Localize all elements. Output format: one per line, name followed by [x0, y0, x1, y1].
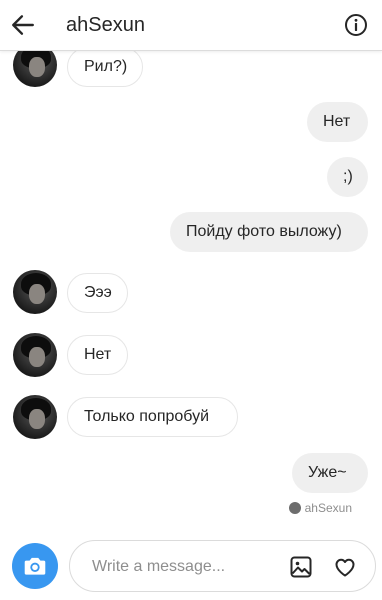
message-bubble-outgoing[interactable]: Пойду фото выложу) — [170, 212, 368, 252]
message-text: ;) — [343, 168, 353, 185]
message-text: Нет — [84, 346, 112, 363]
info-button[interactable] — [344, 13, 368, 37]
message-composer — [0, 530, 382, 600]
message-input-container[interactable] — [69, 540, 376, 592]
message-bubble-incoming[interactable]: Рил?) — [67, 47, 143, 87]
camera-icon — [24, 557, 46, 575]
like-button[interactable] — [333, 555, 357, 579]
message-bubble-outgoing[interactable]: Нет — [307, 102, 368, 142]
chat-header: ahSexun — [0, 0, 382, 51]
camera-button[interactable] — [12, 543, 58, 589]
message-text: Только попробуй — [84, 408, 210, 425]
message-thread[interactable]: Рил?) Нет ;) Пойду фото выложу) Эээ Нет … — [0, 0, 382, 530]
message-text: Эээ — [84, 284, 112, 301]
message-bubble-incoming[interactable]: Эээ — [67, 273, 128, 313]
message-text: Пойду фото выложу) — [186, 223, 342, 240]
conversation-title[interactable]: ahSexun — [66, 14, 145, 37]
image-icon — [290, 556, 312, 578]
message-input[interactable] — [90, 555, 284, 579]
message-bubble-outgoing[interactable]: Уже~ — [292, 453, 368, 493]
avatar[interactable] — [13, 270, 57, 314]
avatar[interactable] — [13, 395, 57, 439]
seen-avatar-icon — [288, 502, 301, 514]
message-bubble-outgoing[interactable]: ;) — [327, 157, 368, 197]
gallery-button[interactable] — [289, 555, 313, 579]
message-bubble-incoming[interactable]: Нет — [67, 335, 128, 375]
info-icon — [345, 14, 367, 36]
message-text: Рил?) — [84, 58, 128, 75]
seen-indicator: ahSexun — [288, 501, 352, 515]
avatar[interactable] — [13, 333, 57, 377]
back-button[interactable] — [6, 8, 40, 42]
message-text: Нет — [323, 113, 351, 130]
arrow-left-icon — [12, 15, 34, 35]
seen-by-label: ahSexun — [304, 501, 352, 515]
message-text: Уже~ — [308, 464, 347, 481]
heart-icon — [335, 558, 355, 577]
message-bubble-incoming[interactable]: Только попробуй — [67, 397, 238, 437]
